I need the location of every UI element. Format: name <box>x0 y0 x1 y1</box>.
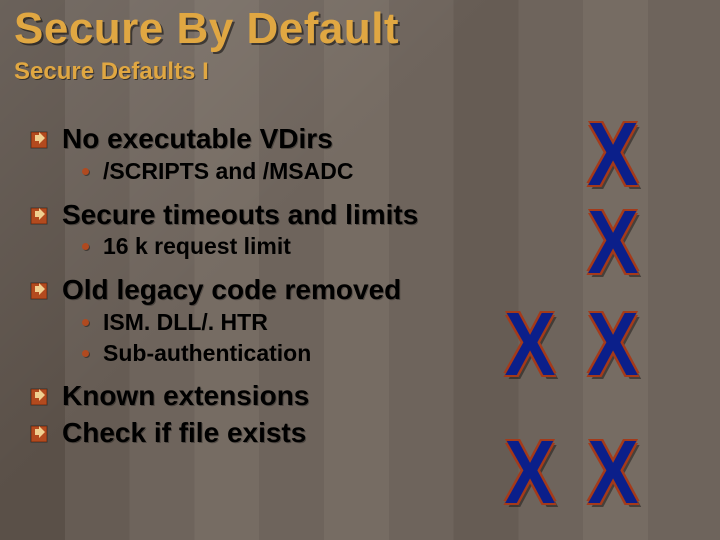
list-item-text: Old legacy code removed <box>62 275 401 306</box>
list-item: Old legacy code removed <box>30 275 470 306</box>
arrow-bullet-icon <box>30 282 48 300</box>
x-mark-icon: X <box>588 428 639 518</box>
list-item: Check if file exists <box>30 418 470 449</box>
arrow-bullet-icon <box>30 207 48 225</box>
slide-title: Secure By Default <box>14 4 399 54</box>
dot-bullet-icon <box>82 319 89 326</box>
dot-bullet-icon <box>82 168 89 175</box>
arrow-bullet-icon <box>30 131 48 149</box>
list-item: Known extensions <box>30 381 470 412</box>
x-mark-icon: X <box>505 300 556 390</box>
x-mark-icon: X <box>505 428 556 518</box>
dot-bullet-icon <box>82 243 89 250</box>
x-mark-icon: X <box>588 110 639 200</box>
sub-item: ISM. DLL/. HTR <box>82 308 470 337</box>
x-mark-icon: X <box>588 300 639 390</box>
list-item-text: Secure timeouts and limits <box>62 200 418 231</box>
list-item: Secure timeouts and limits <box>30 200 470 231</box>
x-mark-icon: X <box>588 198 639 288</box>
list-item: No executable VDirs <box>30 124 470 155</box>
dot-bullet-icon <box>82 350 89 357</box>
sub-item: Sub-authentication <box>82 339 470 368</box>
arrow-bullet-icon <box>30 388 48 406</box>
sub-item-text: 16 k request limit <box>103 232 291 261</box>
list-item-text: Known extensions <box>62 381 309 412</box>
list-item-text: Check if file exists <box>62 418 306 449</box>
sub-item-text: ISM. DLL/. HTR <box>103 308 268 337</box>
list-item-text: No executable VDirs <box>62 124 333 155</box>
slide: Secure By Default Secure Defaults I No e… <box>0 0 720 540</box>
sub-item-text: /SCRIPTS and /MSADC <box>103 157 353 186</box>
sub-item: 16 k request limit <box>82 232 470 261</box>
sub-item-text: Sub-authentication <box>103 339 311 368</box>
sub-item: /SCRIPTS and /MSADC <box>82 157 470 186</box>
slide-subtitle: Secure Defaults I <box>14 58 209 86</box>
slide-body: No executable VDirs /SCRIPTS and /MSADC … <box>30 118 470 449</box>
arrow-bullet-icon <box>30 425 48 443</box>
